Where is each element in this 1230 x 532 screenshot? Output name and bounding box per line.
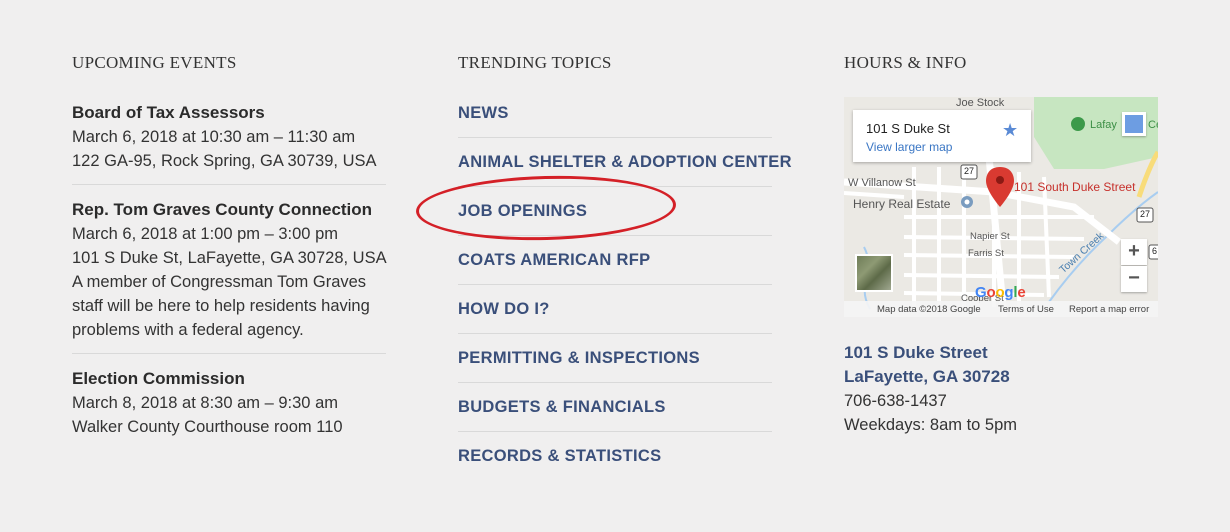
address-line-1[interactable]: 101 S Duke Street	[844, 341, 1158, 365]
trending-topics-heading: TRENDING TOPICS	[458, 53, 612, 72]
zoom-in-button[interactable]: +	[1121, 239, 1147, 265]
event-item: Rep. Tom Graves County Connection March …	[72, 198, 387, 354]
satellite-toggle-button[interactable]	[855, 254, 893, 292]
topics-list: NEWS ANIMAL SHELTER & ADOPTION CENTER JO…	[458, 89, 792, 480]
street-view-pegman-icon[interactable]	[1122, 112, 1146, 136]
phone-number: 706-638-1437	[844, 392, 947, 410]
event-location: Walker County Courthouse room 110	[72, 418, 343, 436]
map-label-napier: Napier St	[970, 231, 1010, 242]
events-list: Board of Tax Assessors March 6, 2018 at …	[72, 101, 387, 463]
map-label-henry-real-estate: Henry Real Estate	[853, 197, 951, 211]
topic-link-permitting[interactable]: PERMITTING & INSPECTIONS	[458, 334, 772, 383]
event-title[interactable]: Rep. Tom Graves County Connection	[72, 198, 386, 222]
hours-info-heading: HOURS & INFO	[844, 53, 967, 72]
event-description: A member of Congressman Tom Graves staff…	[72, 273, 370, 339]
topic-link-how-do-i[interactable]: HOW DO I?	[458, 285, 772, 334]
map-card-address: 101 S Duke St	[866, 121, 950, 136]
map-route-edge: 6	[1152, 246, 1158, 256]
zoom-out-button[interactable]: −	[1121, 266, 1147, 292]
map-label-lafayette-edge: Ce	[1148, 119, 1158, 131]
event-date: March 8, 2018 at 8:30 am – 9:30 am	[72, 394, 338, 412]
google-logo: Google	[975, 284, 1026, 301]
event-location: 101 S Duke St, LaFayette, GA 30728, USA	[72, 249, 387, 267]
map-route-27-north: 27	[964, 166, 975, 176]
embedded-map[interactable]: Joe Stock Lafay Ce W Villanow St Henry R…	[844, 97, 1158, 317]
map-label-lafayette: Lafay	[1090, 119, 1117, 131]
map-data-attribution: Map data ©2018 Google	[877, 304, 981, 315]
event-title[interactable]: Election Commission	[72, 367, 386, 391]
event-date: March 6, 2018 at 1:00 pm – 3:00 pm	[72, 225, 338, 243]
address-line-2[interactable]: LaFayette, GA 30728	[844, 365, 1158, 389]
map-place-card: 101 S Duke St View larger map ★	[853, 110, 1031, 162]
event-item: Board of Tax Assessors March 6, 2018 at …	[72, 101, 386, 185]
event-location: 122 GA-95, Rock Spring, GA 30739, USA	[72, 152, 377, 170]
map-label-villanow: W Villanow St	[848, 177, 916, 189]
map-footer: Map data ©2018 Google Terms of Use Repor…	[844, 301, 1158, 317]
event-item: Election Commission March 8, 2018 at 8:3…	[72, 367, 386, 450]
event-title[interactable]: Board of Tax Assessors	[72, 101, 386, 125]
save-star-icon[interactable]: ★	[1002, 120, 1018, 141]
office-hours: Weekdays: 8am to 5pm	[844, 416, 1018, 434]
view-larger-map-link[interactable]: View larger map	[866, 140, 952, 154]
topic-link-budgets[interactable]: BUDGETS & FINANCIALS	[458, 383, 772, 432]
contact-info: 101 S Duke Street LaFayette, GA 30728 70…	[844, 341, 1158, 437]
report-map-error-link[interactable]: Report a map error	[1069, 304, 1149, 315]
topic-link-coats-american-rfp[interactable]: COATS AMERICAN RFP	[458, 236, 772, 285]
map-label-farris: Farris St	[968, 248, 1004, 259]
map-pin-label: 101 South Duke Street	[1014, 180, 1136, 194]
topic-link-news[interactable]: NEWS	[458, 89, 772, 138]
terms-of-use-link[interactable]: Terms of Use	[998, 304, 1054, 315]
topic-link-records[interactable]: RECORDS & STATISTICS	[458, 432, 772, 480]
upcoming-events-heading: UPCOMING EVENTS	[72, 53, 237, 72]
map-label-joe-stock: Joe Stock	[956, 97, 1005, 109]
event-date: March 6, 2018 at 10:30 am – 11:30 am	[72, 128, 356, 146]
map-route-27-east: 27	[1140, 209, 1151, 219]
